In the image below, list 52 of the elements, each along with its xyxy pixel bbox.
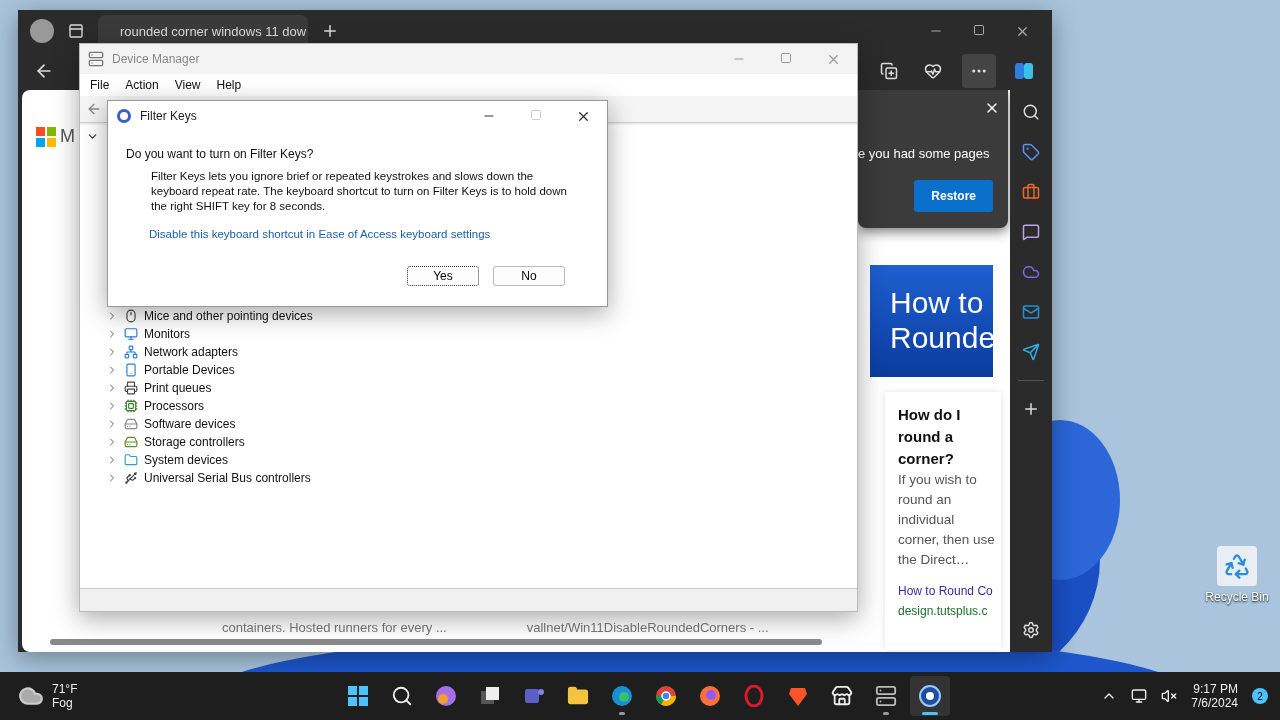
tree-item[interactable]: Storage controllers <box>144 435 245 449</box>
result-title: How do I round a corner? <box>898 405 962 469</box>
network-icon[interactable] <box>1131 688 1148 704</box>
dialog-button[interactable]: No <box>493 266 565 286</box>
menu-item[interactable]: Help <box>208 78 250 92</box>
logo-text: M <box>60 126 75 147</box>
result-text: vallnet/Win11DisableRoundedCorners - ... <box>526 620 769 635</box>
tree-item[interactable]: Processors <box>144 399 205 413</box>
menu-item[interactable]: View <box>166 78 209 92</box>
window-title: Device Manager <box>112 52 200 66</box>
result-link[interactable]: How to Round Co <box>898 584 1001 598</box>
maximize-icon <box>530 108 542 121</box>
result-snippet: If you wish to round an individual corner, then use the Direct… <box>898 471 996 569</box>
restore-button[interactable]: Restore <box>914 180 993 212</box>
menu-item[interactable]: File <box>82 78 118 92</box>
desktop-icon-label: Recycle Bin <box>1205 590 1269 604</box>
popup-text: e you had some pages <box>858 146 991 161</box>
usb-icon <box>124 471 138 485</box>
dialog-question: Do you want to turn on Filter Keys? <box>126 147 315 161</box>
dialog-title: Filter Keys <box>140 109 197 123</box>
result-text: containers. Hosted runners for every ... <box>222 620 447 635</box>
weather-condition: Fog <box>52 696 74 710</box>
tree-item[interactable]: Print queues <box>144 381 212 395</box>
clock[interactable]: 9:17 PM 7/6/2024 <box>1191 682 1238 710</box>
volume-muted-icon[interactable] <box>1161 688 1178 704</box>
tree-item[interactable]: Network adapters <box>144 345 239 359</box>
banner-text: How to <box>890 285 985 320</box>
tree-item[interactable]: Monitors <box>144 327 190 341</box>
tree-item[interactable]: Software devices <box>144 417 236 431</box>
tree-item[interactable]: System devices <box>144 453 229 467</box>
result-url: design.tutsplus.c <box>898 604 989 618</box>
notification-badge[interactable]: 2 <box>1252 688 1268 704</box>
menu-item[interactable]: Action <box>117 78 167 92</box>
dialog-description: Filter Keys lets you ignore brief or repeated keystrokes and slows down the keyboard repeat rate. The keyboard shortcut to turn on Filter Keys is to hold down the right SHIFT key for 8 seconds. <box>151 169 568 214</box>
dialog-button[interactable]: Yes <box>407 266 479 286</box>
storage-icon <box>124 435 138 449</box>
recycle-bin-icon[interactable] <box>1217 546 1257 586</box>
chip-icon <box>124 399 138 413</box>
avatar-icon[interactable] <box>30 19 54 43</box>
logo-icon <box>36 126 56 147</box>
network-icon <box>124 345 138 359</box>
settings-link[interactable]: Disable this keyboard shortcut in Ease of Access keyboard settings <box>149 228 587 240</box>
tree-item[interactable]: Mice and other pointing devices <box>144 309 313 323</box>
tree-item[interactable]: Portable Devices <box>144 363 235 377</box>
temperature: 71°F <box>52 682 78 696</box>
monitor-icon <box>124 327 138 341</box>
folder-icon <box>124 453 138 467</box>
mouse-icon <box>124 309 138 323</box>
tree-item[interactable]: Universal Serial Bus controllers <box>144 471 311 485</box>
banner-text: Rounde <box>890 320 993 355</box>
printer-icon <box>124 381 138 395</box>
maximize-icon[interactable] <box>973 23 985 36</box>
